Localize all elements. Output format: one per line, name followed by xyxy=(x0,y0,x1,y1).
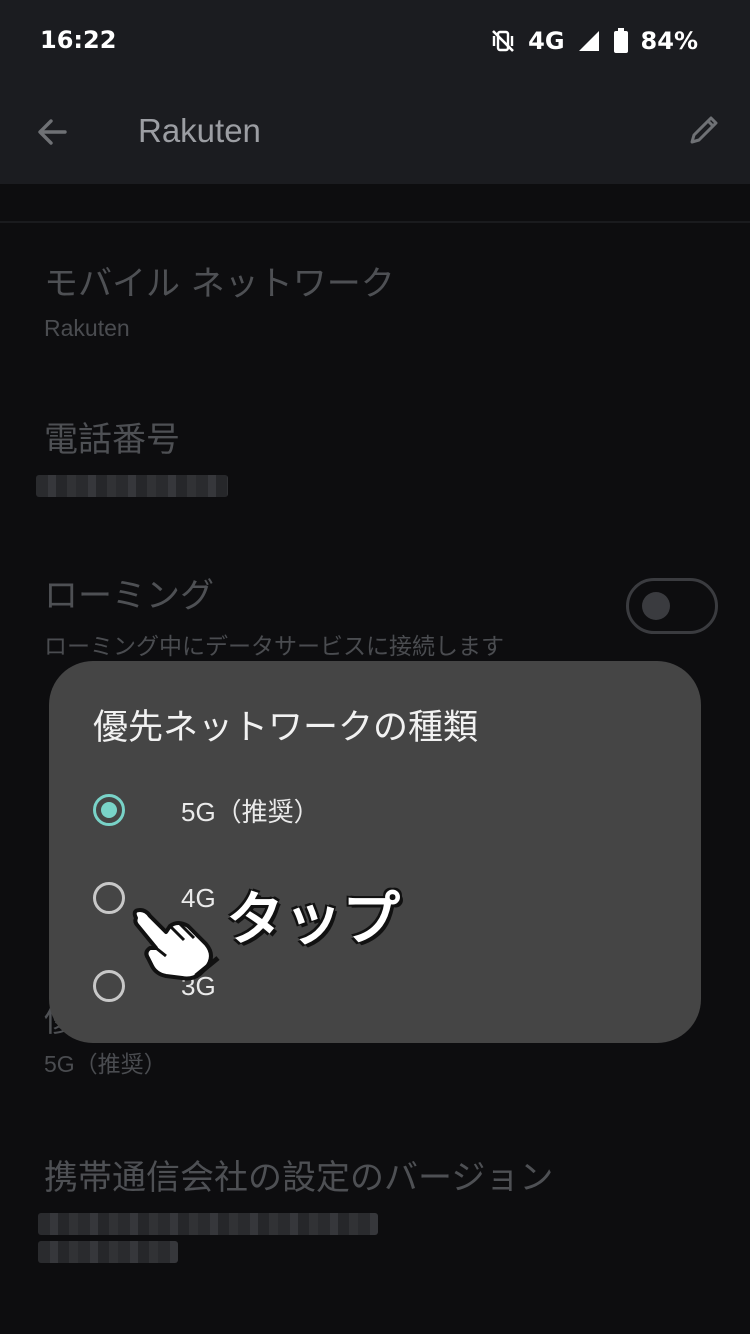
setting-subtitle: ローミング中にデータサービスに接続します xyxy=(44,633,504,659)
setting-roaming[interactable]: ローミング ローミング中にデータサービスに接続します xyxy=(44,568,504,661)
status-icons: 4G 84% xyxy=(490,24,698,58)
option-label: 5G（推奨） xyxy=(181,796,320,827)
setting-subtitle: 5G（推奨） xyxy=(44,1051,167,1077)
roaming-toggle[interactable] xyxy=(626,578,718,634)
status-time: 16:22 xyxy=(40,26,117,54)
redacted-version xyxy=(38,1241,178,1263)
battery-level: 84% xyxy=(640,27,698,55)
tap-annotation-label: タップ xyxy=(226,885,401,953)
setting-title: ローミング xyxy=(44,576,214,616)
pointing-hand-icon xyxy=(126,900,226,990)
app-title: Rakuten xyxy=(138,112,261,149)
setting-title: モバイル ネットワーク xyxy=(44,264,395,304)
option-5g[interactable]: 5G（推奨） xyxy=(93,775,653,845)
pencil-icon xyxy=(686,112,722,152)
vibrate-off-icon xyxy=(490,28,516,54)
setting-phone-number[interactable]: 電話番号 xyxy=(36,412,228,497)
back-button[interactable] xyxy=(28,110,76,158)
arrow-left-icon xyxy=(35,115,69,153)
setting-carrier-version[interactable]: 携帯通信会社の設定のバージョン xyxy=(38,1150,554,1263)
edit-button[interactable] xyxy=(680,108,728,156)
network-type: 4G xyxy=(528,27,565,55)
signal-icon xyxy=(577,29,601,53)
redacted-phone-number xyxy=(36,475,228,497)
radio-button[interactable] xyxy=(93,970,125,1002)
dialog-title: 優先ネットワークの種類 xyxy=(93,708,479,748)
setting-mobile-network[interactable]: モバイル ネットワーク Rakuten xyxy=(44,256,395,342)
radio-button[interactable] xyxy=(93,882,125,914)
battery-icon xyxy=(613,28,629,54)
setting-title: 携帯通信会社の設定のバージョン xyxy=(44,1158,554,1198)
setting-title: 電話番号 xyxy=(44,420,180,460)
radio-button-selected[interactable] xyxy=(93,794,125,826)
divider xyxy=(0,221,750,223)
redacted-version xyxy=(38,1213,378,1235)
app-bar: Rakuten xyxy=(0,82,750,184)
status-bar: 16:22 4G 84% xyxy=(0,0,750,82)
toggle-knob xyxy=(642,592,670,620)
setting-subtitle: Rakuten xyxy=(44,315,130,341)
